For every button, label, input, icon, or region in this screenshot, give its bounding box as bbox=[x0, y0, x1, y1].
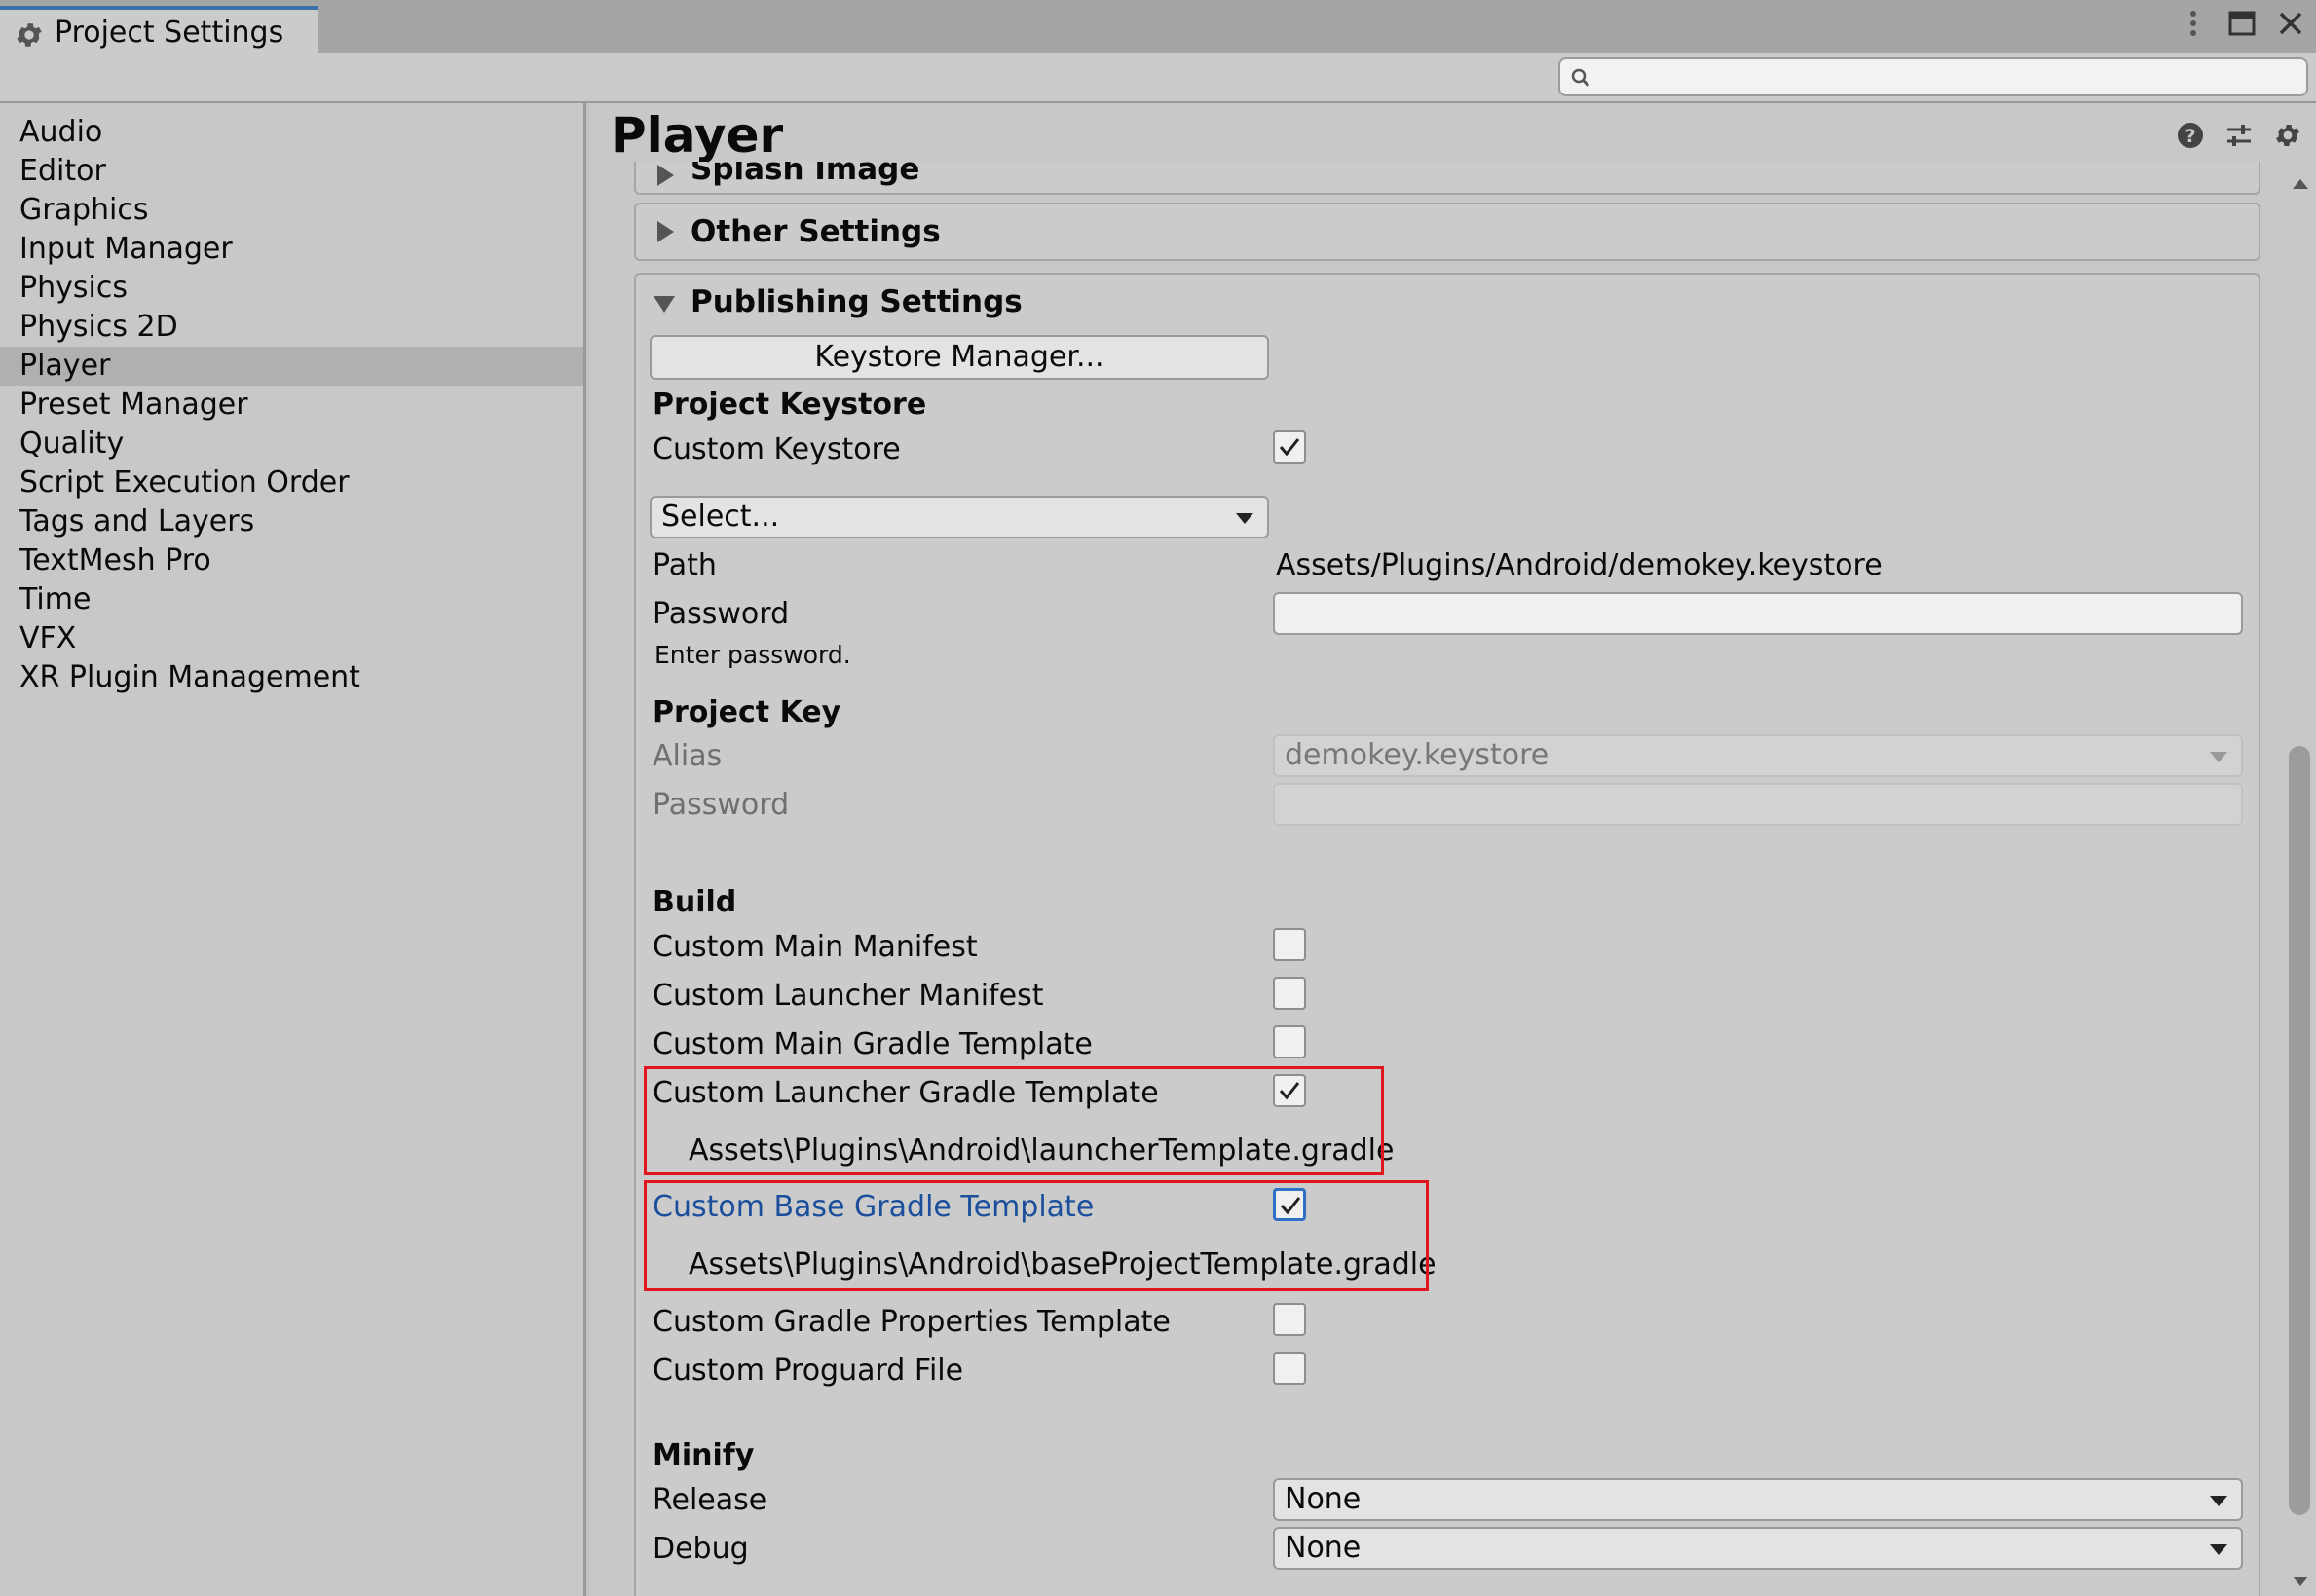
release-minify-dropdown[interactable]: None bbox=[1273, 1478, 2243, 1521]
sidebar-item-script-execution-order[interactable]: Script Execution Order bbox=[0, 464, 583, 502]
vertical-scrollbar[interactable] bbox=[2284, 162, 2316, 1596]
sidebar-item-quality[interactable]: Quality bbox=[0, 425, 583, 464]
sidebar-item-editor[interactable]: Editor bbox=[0, 152, 583, 191]
inspector-scroll-area: Splash Image Other Settings Publishing S… bbox=[589, 162, 2284, 1596]
settings-gear-icon[interactable] bbox=[2273, 121, 2302, 150]
svg-text:?: ? bbox=[2185, 126, 2195, 147]
collapsed-triangle-icon bbox=[657, 221, 674, 242]
keystore-manager-button[interactable]: Keystore Manager... bbox=[650, 335, 1269, 380]
search-input[interactable] bbox=[1558, 57, 2308, 96]
highlight-box-base-gradle bbox=[644, 1180, 1429, 1291]
project-keystore-heading: Project Keystore bbox=[653, 388, 927, 422]
settings-main-panel: Player ? Splash Image Other Settings Pub… bbox=[589, 103, 2316, 1596]
release-minify-value: None bbox=[1285, 1482, 1362, 1516]
tab-title: Project Settings bbox=[55, 16, 284, 50]
project-key-heading: Project Key bbox=[653, 695, 841, 729]
key-password-field bbox=[1273, 783, 2243, 826]
custom-keystore-checkbox[interactable] bbox=[1273, 430, 1306, 464]
gear-icon bbox=[17, 23, 42, 47]
keystore-password-field[interactable] bbox=[1273, 592, 2243, 635]
window-titlebar: Project Settings bbox=[0, 0, 2316, 53]
custom-gradle-properties-checkbox[interactable] bbox=[1273, 1303, 1306, 1336]
scrollbar-thumb[interactable] bbox=[2289, 746, 2310, 1515]
custom-main-manifest-label: Custom Main Manifest bbox=[653, 930, 978, 964]
custom-main-gradle-checkbox[interactable] bbox=[1273, 1025, 1306, 1058]
debug-minify-dropdown[interactable]: None bbox=[1273, 1527, 2243, 1570]
toolbar bbox=[0, 53, 2316, 103]
sidebar-item-textmesh-pro[interactable]: TextMesh Pro bbox=[0, 541, 583, 580]
dropdown-arrow-icon bbox=[2210, 1544, 2227, 1555]
alias-dropdown: demokey.keystore bbox=[1273, 734, 2243, 777]
minify-heading: Minify bbox=[653, 1438, 755, 1472]
custom-proguard-label: Custom Proguard File bbox=[653, 1354, 964, 1388]
custom-launcher-manifest-label: Custom Launcher Manifest bbox=[653, 979, 1044, 1013]
release-label: Release bbox=[653, 1483, 767, 1517]
sidebar-item-player[interactable]: Player bbox=[0, 347, 583, 386]
dropdown-arrow-icon bbox=[2210, 1496, 2227, 1506]
keystore-select-value: Select... bbox=[661, 500, 780, 534]
sidebar-item-physics-2d[interactable]: Physics 2D bbox=[0, 308, 583, 347]
key-password-label: Password bbox=[653, 788, 790, 822]
checkmark-icon bbox=[1279, 438, 1300, 457]
foldout-other-settings[interactable]: Other Settings bbox=[634, 203, 2260, 261]
maximize-icon[interactable] bbox=[2226, 8, 2258, 39]
keystore-path-value: Assets/Plugins/Android/demokey.keystore bbox=[1276, 548, 1883, 582]
password-hint: Enter password. bbox=[654, 641, 851, 669]
build-heading: Build bbox=[653, 885, 737, 919]
custom-proguard-checkbox[interactable] bbox=[1273, 1352, 1306, 1385]
path-label: Path bbox=[653, 548, 717, 582]
debug-minify-value: None bbox=[1285, 1531, 1362, 1565]
keystore-select-dropdown[interactable]: Select... bbox=[650, 496, 1269, 538]
foldout-title-splash: Splash Image bbox=[691, 162, 920, 187]
presets-icon[interactable] bbox=[2224, 121, 2254, 150]
custom-main-manifest-checkbox[interactable] bbox=[1273, 928, 1306, 961]
more-options-icon[interactable] bbox=[2178, 8, 2209, 39]
sidebar-item-vfx[interactable]: VFX bbox=[0, 619, 583, 658]
foldout-title-other: Other Settings bbox=[691, 214, 941, 249]
tab-project-settings[interactable]: Project Settings bbox=[0, 6, 318, 53]
dropdown-arrow-icon bbox=[1236, 513, 1253, 524]
alias-value: demokey.keystore bbox=[1285, 738, 1550, 772]
scroll-up-icon[interactable] bbox=[2293, 179, 2308, 189]
sidebar-item-time[interactable]: Time bbox=[0, 580, 583, 619]
custom-main-gradle-label: Custom Main Gradle Template bbox=[653, 1027, 1093, 1061]
custom-launcher-manifest-checkbox[interactable] bbox=[1273, 977, 1306, 1010]
foldout-splash-image[interactable]: Splash Image bbox=[634, 162, 2260, 195]
sidebar-item-audio[interactable]: Audio bbox=[0, 113, 583, 152]
settings-sidebar: Audio Editor Graphics Input Manager Phys… bbox=[0, 103, 586, 1596]
scroll-down-icon[interactable] bbox=[2293, 1577, 2308, 1586]
sidebar-item-graphics[interactable]: Graphics bbox=[0, 191, 583, 230]
expanded-triangle-icon[interactable] bbox=[654, 296, 675, 313]
custom-keystore-label: Custom Keystore bbox=[653, 432, 901, 466]
custom-gradle-properties-label: Custom Gradle Properties Template bbox=[653, 1305, 1171, 1339]
sidebar-item-preset-manager[interactable]: Preset Manager bbox=[0, 386, 583, 425]
help-icon[interactable]: ? bbox=[2176, 121, 2205, 150]
page-title: Player bbox=[611, 107, 784, 164]
highlight-box-launcher-gradle bbox=[644, 1066, 1384, 1175]
password-label: Password bbox=[653, 597, 790, 631]
search-icon bbox=[1571, 68, 1590, 88]
dropdown-arrow-icon bbox=[2210, 752, 2227, 762]
sidebar-item-xr-plugin-management[interactable]: XR Plugin Management bbox=[0, 658, 583, 697]
debug-label: Debug bbox=[653, 1532, 749, 1566]
sidebar-item-physics[interactable]: Physics bbox=[0, 269, 583, 308]
sidebar-item-tags-and-layers[interactable]: Tags and Layers bbox=[0, 502, 583, 541]
sidebar-item-input-manager[interactable]: Input Manager bbox=[0, 230, 583, 269]
alias-label: Alias bbox=[653, 739, 723, 773]
foldout-title-publishing[interactable]: Publishing Settings bbox=[691, 284, 1023, 319]
close-icon[interactable] bbox=[2275, 8, 2306, 39]
collapsed-triangle-icon bbox=[657, 165, 674, 186]
